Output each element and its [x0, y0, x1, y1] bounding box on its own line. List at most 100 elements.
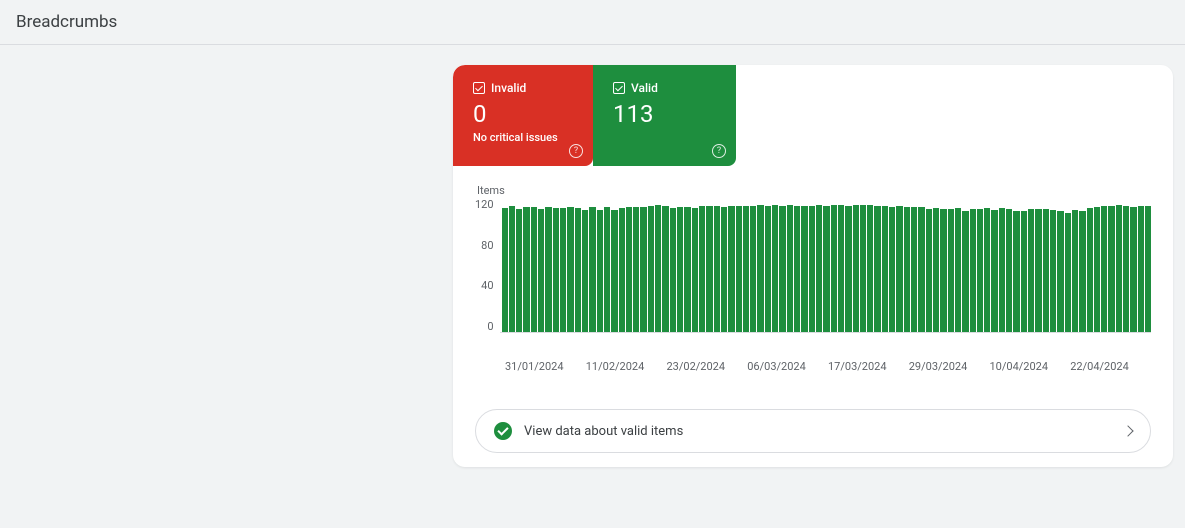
- chart-bar: [779, 206, 785, 332]
- chart-bar: [1101, 206, 1107, 332]
- chart-bar: [896, 206, 902, 332]
- check-circle-icon: [494, 422, 512, 440]
- chart-area: Items 12080400 31/01/202411/02/202423/02…: [453, 166, 1173, 379]
- chart-bar: [787, 205, 793, 332]
- chart-bar: [845, 206, 851, 332]
- chart-y-title: Items: [477, 184, 1151, 197]
- chart-bar: [831, 205, 837, 332]
- chart-bar: [502, 208, 508, 332]
- x-tick: 31/01/2024: [505, 360, 586, 373]
- chart-bar: [553, 208, 559, 332]
- chart-bar: [567, 207, 573, 332]
- chart-bar: [575, 208, 581, 332]
- help-icon[interactable]: ?: [569, 144, 583, 158]
- chart-y-axis: 12080400: [475, 198, 500, 333]
- chart-bar: [853, 205, 859, 332]
- chart-bar: [706, 206, 712, 332]
- chart-x-axis: 31/01/202411/02/202423/02/202406/03/2024…: [475, 360, 1151, 373]
- chart-bar: [714, 206, 720, 332]
- help-icon[interactable]: ?: [712, 144, 726, 158]
- chart-bar: [692, 208, 698, 332]
- chart-bar: [809, 206, 815, 332]
- chart-bar: [1145, 206, 1151, 332]
- chart-bar: [662, 206, 668, 332]
- chart-bar: [1035, 209, 1041, 332]
- chart-bar: [1130, 207, 1136, 332]
- chart-bar: [1028, 209, 1034, 332]
- chart-bar: [918, 207, 924, 332]
- x-tick: 23/02/2024: [667, 360, 748, 373]
- chart-bar: [838, 205, 844, 332]
- chart-bar: [765, 206, 771, 332]
- chart-bar: [640, 207, 646, 332]
- chart-bar: [867, 205, 873, 332]
- view-valid-items-link[interactable]: View data about valid items: [475, 409, 1151, 453]
- chart-bar: [736, 206, 742, 332]
- chart-bar: [889, 207, 895, 332]
- chart-bar: [794, 206, 800, 332]
- chart-plot: [500, 198, 1151, 333]
- chart-bar: [823, 206, 829, 332]
- chart-bar: [684, 207, 690, 332]
- link-text: View data about valid items: [524, 424, 1112, 439]
- chart-bar: [860, 205, 866, 332]
- chart-bar: [509, 206, 515, 332]
- chart-bar: [516, 209, 522, 332]
- chart-bar: [611, 210, 617, 332]
- chart-bar: [655, 205, 661, 332]
- chart-bar: [1108, 206, 1114, 332]
- chart-bar: [1138, 206, 1144, 332]
- tab-valid[interactable]: Valid 113 ?: [593, 65, 736, 166]
- chart-bar: [538, 209, 544, 332]
- chart-bar: [874, 206, 880, 332]
- chart-bar: [816, 205, 822, 332]
- chart-bar: [531, 207, 537, 332]
- chart-bar: [1013, 211, 1019, 332]
- chart-bar: [999, 208, 1005, 332]
- chart-bar: [1094, 207, 1100, 332]
- chart-bar: [882, 206, 888, 332]
- chart-bar: [1021, 211, 1027, 332]
- tab-invalid-sub: No critical issues: [473, 131, 575, 144]
- chart-bar: [1065, 213, 1071, 332]
- tab-invalid-label: Invalid: [491, 81, 526, 95]
- x-tick: 10/04/2024: [990, 360, 1071, 373]
- chevron-right-icon: [1122, 425, 1133, 436]
- chart-bar: [648, 206, 654, 332]
- chart-bar: [633, 207, 639, 332]
- y-tick: 120: [475, 198, 494, 211]
- x-tick: 29/03/2024: [909, 360, 990, 373]
- chart-bar: [670, 208, 676, 332]
- chart-bar: [1057, 211, 1063, 332]
- y-tick: 80: [481, 239, 493, 252]
- chart-bar: [1123, 206, 1129, 332]
- checkbox-icon: [473, 82, 485, 94]
- chart-bar: [911, 207, 917, 332]
- y-tick: 0: [487, 320, 493, 333]
- chart-bar: [560, 208, 566, 332]
- chart-bar: [626, 207, 632, 332]
- chart-bar: [1043, 209, 1049, 332]
- chart-bar: [757, 205, 763, 332]
- chart-bar: [1079, 211, 1085, 332]
- x-tick: 22/04/2024: [1070, 360, 1151, 373]
- tab-invalid[interactable]: Invalid 0 No critical issues ?: [453, 65, 593, 166]
- x-tick: 17/03/2024: [828, 360, 909, 373]
- chart-bar: [589, 207, 595, 332]
- chart-bar: [933, 208, 939, 332]
- chart-bar: [904, 207, 910, 332]
- chart-bar: [1087, 208, 1093, 332]
- chart-bar: [926, 209, 932, 332]
- tab-valid-label: Valid: [631, 81, 658, 95]
- chart-bar: [962, 211, 968, 332]
- page-title: Breadcrumbs: [16, 12, 117, 32]
- chart-bar: [948, 209, 954, 332]
- chart-bar: [699, 206, 705, 332]
- tab-valid-count: 113: [613, 101, 718, 127]
- x-tick: 11/02/2024: [586, 360, 667, 373]
- chart-bar: [1116, 205, 1122, 332]
- chart-bar: [582, 210, 588, 332]
- chart-bar: [619, 208, 625, 332]
- chart-bar: [991, 210, 997, 332]
- chart-bar: [721, 207, 727, 332]
